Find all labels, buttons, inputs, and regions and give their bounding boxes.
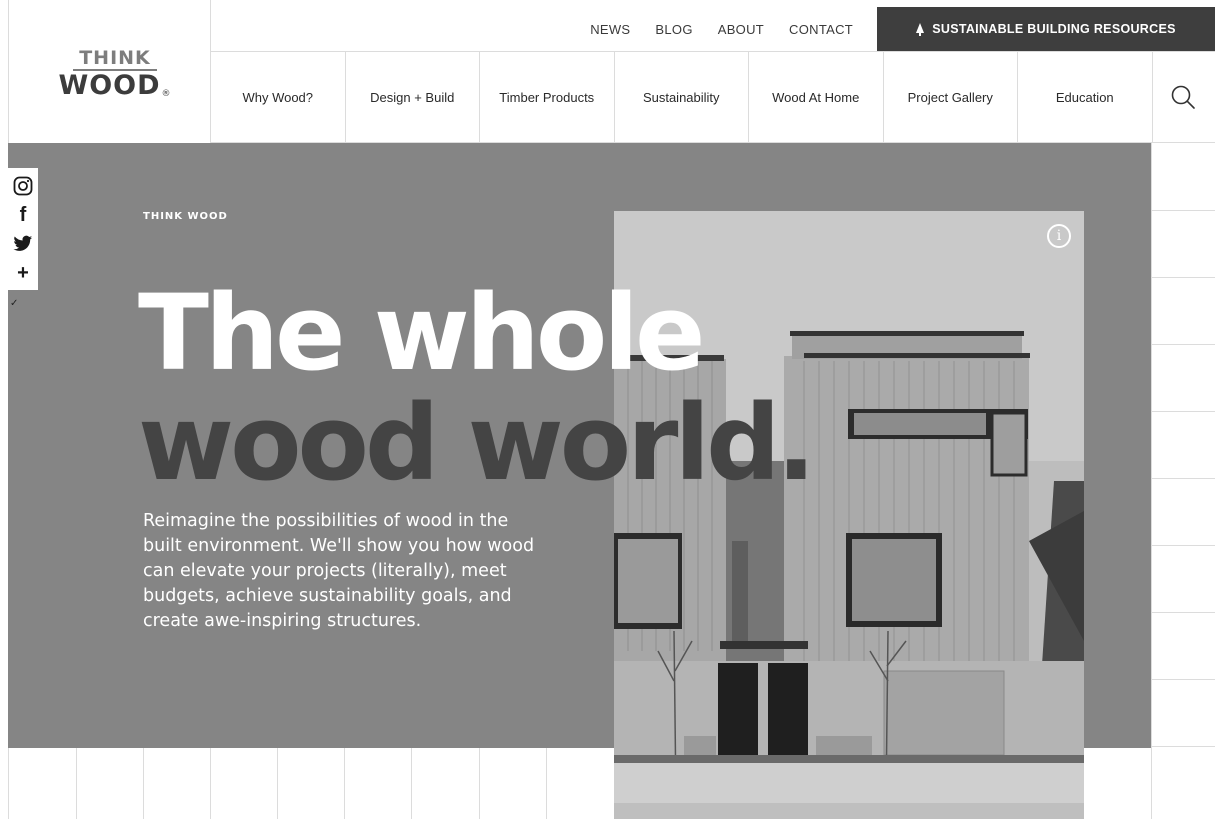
headline-line-2: wood world. <box>138 382 816 504</box>
grid-line <box>76 748 77 819</box>
grid-line <box>1151 679 1215 680</box>
search-icon <box>1171 85 1195 109</box>
grid-line <box>1151 478 1215 479</box>
nav-item-sustainability[interactable]: Sustainability <box>615 52 749 143</box>
info-icon: i <box>1056 228 1062 244</box>
nav-item-education[interactable]: Education <box>1018 52 1153 143</box>
info-button[interactable]: i <box>1047 224 1071 248</box>
instagram-link[interactable] <box>12 175 34 197</box>
nav-item-project-gallery[interactable]: Project Gallery <box>884 52 1018 143</box>
grid-line <box>1151 612 1215 613</box>
main-nav: Why Wood? Design + Build Timber Products… <box>211 52 1153 143</box>
grid-line <box>1151 344 1215 345</box>
grid-line <box>479 748 480 819</box>
grid-line <box>1151 411 1215 412</box>
logo-wood-text: WOOD <box>58 70 161 101</box>
facebook-link[interactable]: f <box>12 204 34 226</box>
contact-link[interactable]: CONTACT <box>789 22 853 37</box>
grid-line <box>1151 143 1152 819</box>
grid-line <box>1151 277 1215 278</box>
nav-item-wood-at-home[interactable]: Wood At Home <box>749 52 884 143</box>
grid-line <box>344 748 345 819</box>
about-link[interactable]: ABOUT <box>718 22 764 37</box>
nav-item-timber-products[interactable]: Timber Products <box>480 52 615 143</box>
grid-line <box>277 748 278 819</box>
nav-item-design-build[interactable]: Design + Build <box>346 52 480 143</box>
logo-think-text: THINK <box>73 48 157 71</box>
grid-line <box>411 748 412 819</box>
hero-headline: The whole wood world. <box>138 272 816 504</box>
sustainable-resources-button[interactable]: SUSTAINABLE BUILDING RESOURCES <box>877 7 1215 51</box>
plus-icon: + <box>17 261 29 284</box>
logo-cell: THINK WOOD® <box>8 0 211 143</box>
blog-link[interactable]: BLOG <box>655 22 692 37</box>
grid-line <box>546 748 547 819</box>
sustainable-resources-label: SUSTAINABLE BUILDING RESOURCES <box>932 22 1176 36</box>
facebook-icon: f <box>19 203 27 226</box>
twitter-link[interactable] <box>12 233 34 255</box>
news-link[interactable]: NEWS <box>590 22 630 37</box>
grid-line <box>143 748 144 819</box>
cursor-icon: ✓ <box>10 298 19 309</box>
grid-line <box>210 748 211 819</box>
utility-links: NEWS BLOG ABOUT CONTACT <box>590 7 853 52</box>
grid-line <box>1151 545 1215 546</box>
hero-eyebrow: THINK WOOD <box>143 211 228 222</box>
grid-line <box>8 748 9 819</box>
headline-line-1: The whole <box>138 272 705 394</box>
share-link[interactable]: + <box>12 262 34 284</box>
social-rail: f + <box>8 168 38 290</box>
search-button[interactable] <box>1151 52 1215 143</box>
grid-line <box>1151 746 1215 747</box>
tree-icon <box>916 22 925 36</box>
nav-item-why-wood[interactable]: Why Wood? <box>211 52 346 143</box>
registered-mark: ® <box>161 89 172 99</box>
hero-intro: Reimagine the possibilities of wood in t… <box>143 511 535 631</box>
instagram-icon <box>13 176 33 195</box>
twitter-icon <box>13 235 33 251</box>
grid-line <box>1151 210 1215 211</box>
logo[interactable]: THINK WOOD® <box>55 48 175 109</box>
